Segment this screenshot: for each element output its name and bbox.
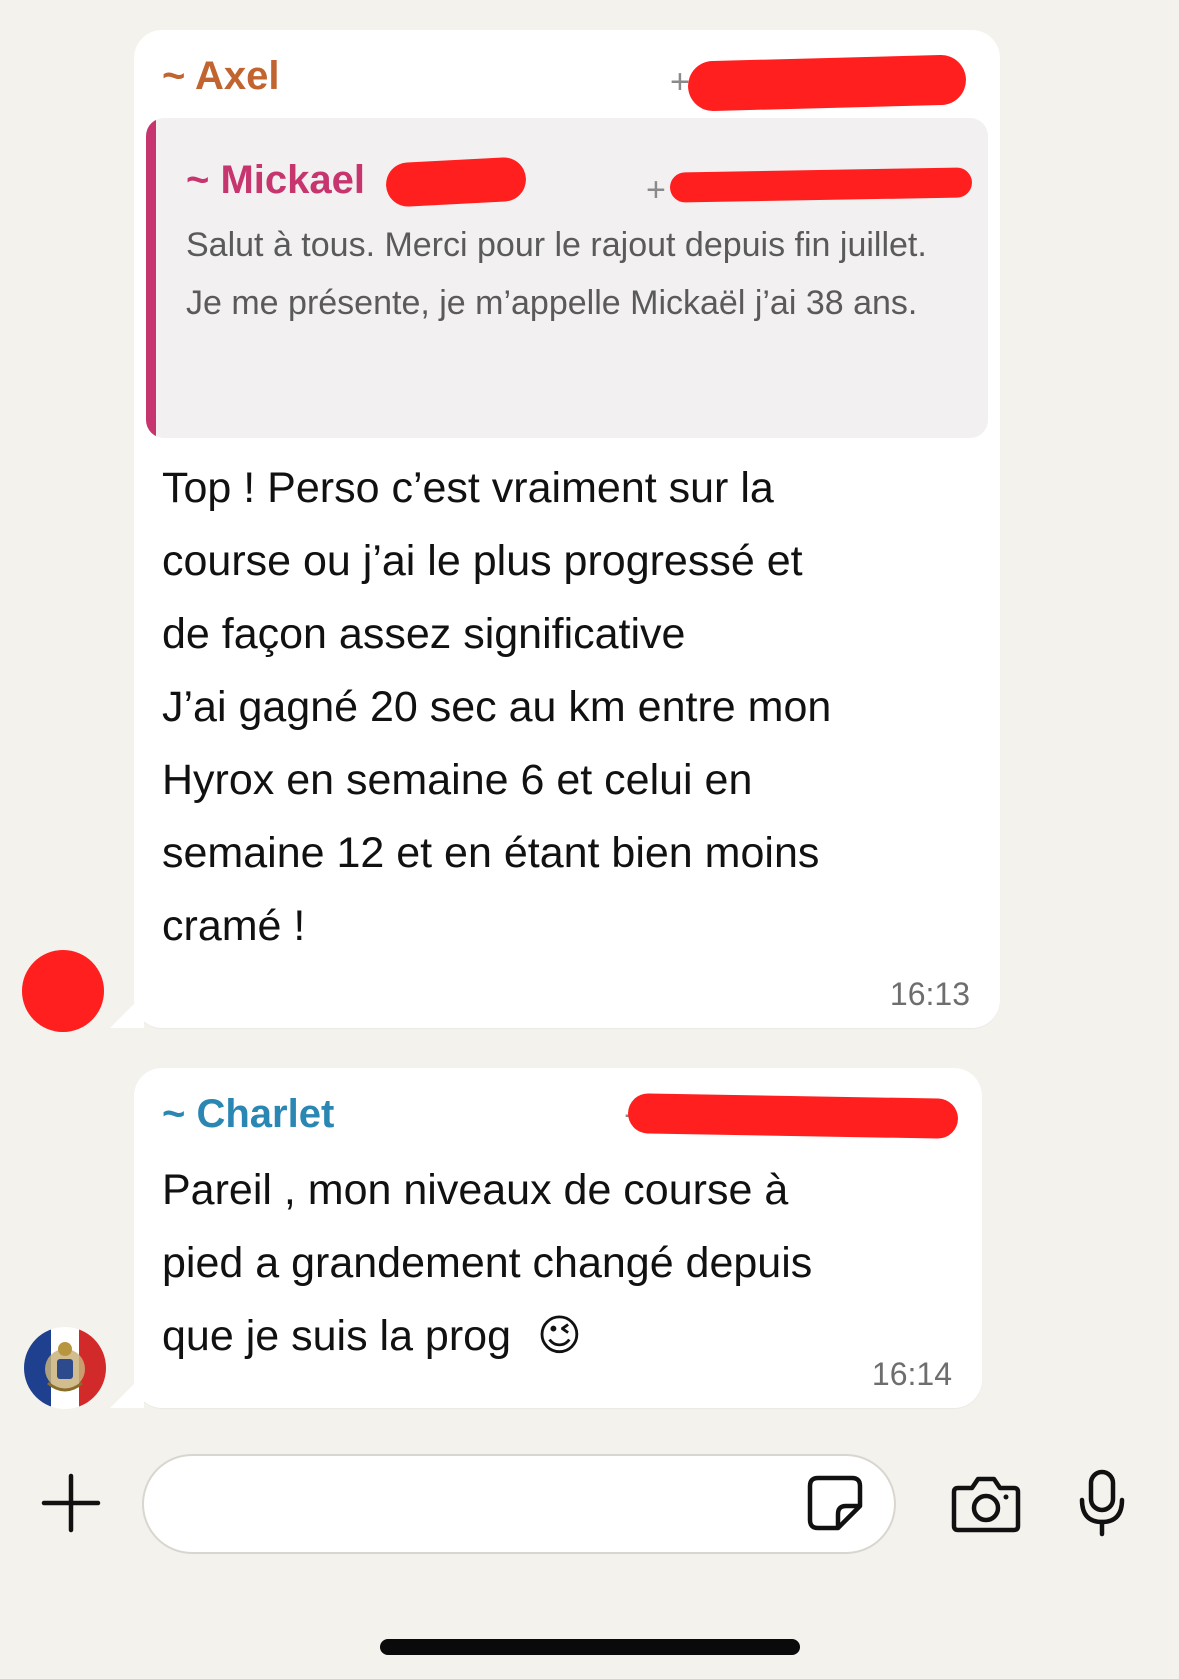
message-line: Pareil , mon niveaux de course à [162, 1166, 789, 1214]
crest-icon [45, 1342, 85, 1392]
message-input[interactable] [142, 1454, 896, 1554]
message-line: course ou j’ai le plus progressé et [162, 537, 803, 585]
message-line: Top ! Perso c’est vraiment sur la [162, 464, 774, 512]
quoted-sender-name: ~ Mickael [186, 158, 366, 202]
sender-name[interactable]: ~ Charlet [162, 1088, 334, 1140]
sender-name[interactable]: ~ Axel [162, 50, 279, 102]
message-line: pied a grandement changé depuis [162, 1239, 813, 1287]
quoted-message-text: Salut à tous. Merci pour le rajout depui… [186, 226, 927, 322]
message-line: Hyrox en semaine 6 et celui en [162, 756, 753, 804]
message-bubble-charlet[interactable]: ~ Charlet + Pareil , mon niveaux de cour… [134, 1068, 982, 1408]
message-header: ~ Axel + [162, 50, 972, 112]
winking-face-emoji: 😉 [536, 1311, 582, 1361]
message-line: semaine 12 et en étant bien moins [162, 829, 820, 877]
sender-phone-redacted: + [624, 1093, 960, 1139]
redaction-mark [627, 1093, 959, 1139]
home-indicator[interactable] [380, 1639, 800, 1655]
message-line: cramé ! [162, 902, 306, 950]
quoted-phone-redacted: + [646, 167, 976, 210]
message-line: J’ai gagné 20 sec au km entre mon [162, 683, 832, 731]
redaction-mark [669, 167, 973, 203]
sender-avatar[interactable] [24, 1327, 106, 1409]
message-header: ~ Charlet + [162, 1088, 959, 1140]
message-line: que je suis la prog 😉 [162, 1300, 958, 1373]
message-time: 16:14 [871, 1356, 952, 1392]
message-text: Pareil , mon niveaux de course à pied a … [162, 1154, 958, 1373]
message-bubble-axel[interactable]: ~ Axel + ~ Mickael + Salut à tous. Merci… [134, 30, 1000, 1028]
message-line-text: que je suis la prog [162, 1312, 511, 1360]
sender-avatar-redacted[interactable] [22, 950, 104, 1032]
quoted-message[interactable]: ~ Mickael + Salut à tous. Merci pour le … [146, 118, 988, 438]
redaction-mark [384, 156, 528, 208]
message-composer [0, 1420, 1179, 1590]
message-text: Top ! Perso c’est vraiment sur la course… [162, 452, 976, 963]
message-line: de façon assez significative [162, 610, 686, 658]
quote-accent-bar [146, 118, 156, 438]
camera-icon[interactable] [950, 1474, 1022, 1534]
phone-prefix: + [646, 171, 666, 209]
message-time: 16:13 [889, 976, 970, 1012]
phone-prefix: + [670, 63, 690, 101]
sticker-icon[interactable] [806, 1474, 864, 1532]
plus-icon[interactable] [40, 1472, 102, 1534]
microphone-icon[interactable] [1076, 1468, 1128, 1540]
sender-phone-redacted: + [670, 54, 970, 112]
redaction-mark [22, 950, 104, 1032]
redaction-mark [687, 54, 967, 112]
